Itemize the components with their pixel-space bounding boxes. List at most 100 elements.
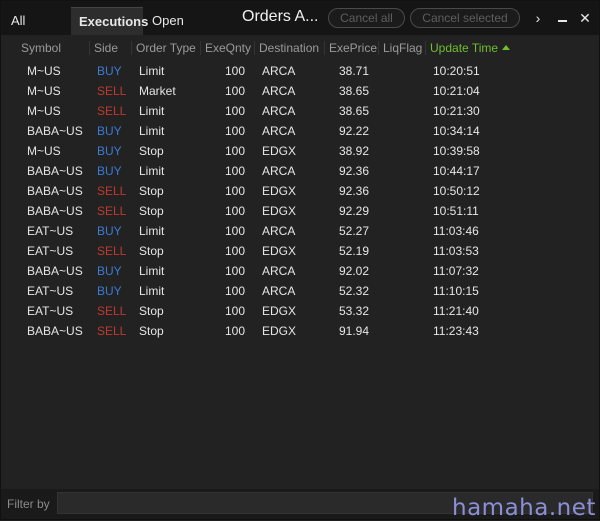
cell-exe-qnty: 100 <box>225 264 246 278</box>
cell-symbol: BABA~US <box>27 204 83 218</box>
cell-destination: EDGX <box>262 244 297 258</box>
cell-update-time: 10:21:30 <box>433 104 480 118</box>
cell-exe-price: 91.94 <box>339 324 370 338</box>
cell-destination: ARCA <box>262 264 296 278</box>
cell-order-type: Stop <box>139 244 164 258</box>
cell-order-type: Limit <box>139 284 165 298</box>
table-row[interactable]: EAT~US SELL Stop 100 EDGX 53.32 11:21:40 <box>1 301 599 321</box>
cell-exe-qnty: 100 <box>225 164 246 178</box>
cancel-selected-button[interactable]: Cancel selected <box>410 8 520 28</box>
table-row[interactable]: BABA~US BUY Limit 100 ARCA 92.22 10:34:14 <box>1 121 599 141</box>
cell-exe-qnty: 100 <box>225 184 246 198</box>
window-title: Orders A... <box>242 8 319 25</box>
column-header-liq-flag[interactable]: LiqFlag <box>378 41 424 55</box>
table-row[interactable]: EAT~US BUY Limit 100 ARCA 52.32 11:10:15 <box>1 281 599 301</box>
cell-side: BUY <box>97 264 122 278</box>
cell-symbol: BABA~US <box>27 264 83 278</box>
cell-update-time: 10:50:12 <box>433 184 480 198</box>
cell-order-type: Limit <box>139 64 165 78</box>
cell-update-time: 10:20:51 <box>433 64 480 78</box>
cell-order-type: Stop <box>139 204 164 218</box>
cell-order-type: Stop <box>139 324 164 338</box>
cell-side: BUY <box>97 224 122 238</box>
cell-order-type: Stop <box>139 184 164 198</box>
column-header-update-time-label: Update Time <box>430 41 499 55</box>
sort-ascending-icon <box>502 45 511 51</box>
cell-order-type: Stop <box>139 304 164 318</box>
table-row[interactable]: BABA~US SELL Stop 100 EDGX 92.29 10:51:11 <box>1 201 599 221</box>
cell-exe-price: 52.32 <box>339 284 370 298</box>
cell-side: SELL <box>97 204 127 218</box>
cell-order-type: Limit <box>139 104 165 118</box>
minimize-icon[interactable] <box>553 8 571 28</box>
table-row[interactable]: BABA~US SELL Stop 100 EDGX 92.36 10:50:12 <box>1 181 599 201</box>
cell-symbol: BABA~US <box>27 164 83 178</box>
cell-update-time: 11:07:32 <box>433 264 479 278</box>
cell-exe-qnty: 100 <box>225 64 246 78</box>
cell-order-type: Stop <box>139 144 164 158</box>
cancel-all-button[interactable]: Cancel all <box>328 8 405 28</box>
cell-side: BUY <box>97 144 122 158</box>
cell-destination: EDGX <box>262 184 297 198</box>
column-header-order-type[interactable]: Order Type <box>131 41 201 55</box>
cell-order-type: Limit <box>139 164 165 178</box>
cell-destination: ARCA <box>262 124 296 138</box>
table-row[interactable]: M~US BUY Limit 100 ARCA 38.71 10:20:51 <box>1 61 599 81</box>
chevron-right-icon[interactable]: › <box>529 8 547 28</box>
column-header-side[interactable]: Side <box>89 41 131 55</box>
cell-exe-price: 38.71 <box>339 64 370 78</box>
cell-side: BUY <box>97 284 122 298</box>
column-header-exe-qnty[interactable]: ExeQnty <box>200 41 255 55</box>
cell-exe-qnty: 100 <box>225 284 246 298</box>
cell-exe-qnty: 100 <box>225 204 246 218</box>
column-header-update-time[interactable]: Update Time <box>425 41 515 55</box>
table-row[interactable]: EAT~US BUY Limit 100 ARCA 52.27 11:03:46 <box>1 221 599 241</box>
tab-open-orders[interactable]: Open Orders <box>144 7 230 56</box>
cell-update-time: 10:44:17 <box>433 164 480 178</box>
cell-side: SELL <box>97 244 127 258</box>
cell-destination: ARCA <box>262 164 296 178</box>
cell-update-time: 10:39:58 <box>433 144 480 158</box>
cell-destination: EDGX <box>262 204 297 218</box>
table-body: M~US BUY Limit 100 ARCA 38.71 10:20:51 M~US SELL… <box>1 61 599 341</box>
cell-side: BUY <box>97 164 122 178</box>
table-row[interactable]: BABA~US BUY Limit 100 ARCA 92.36 10:44:17 <box>1 161 599 181</box>
table-row[interactable]: M~US BUY Stop 100 EDGX 38.92 10:39:58 <box>1 141 599 161</box>
tab-all-orders[interactable]: All Orders <box>3 7 71 56</box>
cell-symbol: EAT~US <box>27 244 74 258</box>
orders-window: All Orders Executions Open Orders Orders… <box>0 0 600 521</box>
cell-order-type: Limit <box>139 124 165 138</box>
cell-update-time: 10:51:11 <box>433 204 479 218</box>
cell-exe-qnty: 100 <box>225 324 246 338</box>
table-row[interactable]: BABA~US SELL Stop 100 EDGX 91.94 11:23:43 <box>1 321 599 341</box>
cell-exe-qnty: 100 <box>225 104 246 118</box>
cell-exe-price: 52.27 <box>339 224 370 238</box>
cell-exe-price: 38.92 <box>339 144 370 158</box>
table-row[interactable]: M~US SELL Market 100 ARCA 38.65 10:21:04 <box>1 81 599 101</box>
table-row[interactable]: BABA~US BUY Limit 100 ARCA 92.02 11:07:32 <box>1 261 599 281</box>
column-header-exe-price[interactable]: ExePrice <box>324 41 378 55</box>
cell-update-time: 11:23:43 <box>433 324 479 338</box>
table-row[interactable]: M~US SELL Limit 100 ARCA 38.65 10:21:30 <box>1 101 599 121</box>
cell-exe-price: 92.29 <box>339 204 370 218</box>
filter-input[interactable] <box>57 492 593 514</box>
cell-destination: ARCA <box>262 84 296 98</box>
cell-order-type: Market <box>139 84 176 98</box>
cell-side: SELL <box>97 84 127 98</box>
filter-bar: Filter by <box>1 489 599 519</box>
column-header-destination[interactable]: Destination <box>254 41 324 55</box>
tab-executions[interactable]: Executions <box>71 7 148 35</box>
cell-exe-qnty: 100 <box>225 84 246 98</box>
cell-exe-price: 38.65 <box>339 84 370 98</box>
cell-symbol: EAT~US <box>27 304 74 318</box>
cell-update-time: 10:34:14 <box>433 124 480 138</box>
cell-order-type: Limit <box>139 224 165 238</box>
close-icon[interactable]: ✕ <box>576 8 594 28</box>
cell-update-time: 11:03:46 <box>433 224 479 238</box>
tab-bar: All Orders Executions Open Orders Orders… <box>1 1 599 56</box>
cell-symbol: EAT~US <box>27 284 74 298</box>
cell-symbol: BABA~US <box>27 324 83 338</box>
cell-symbol: EAT~US <box>27 224 74 238</box>
table-row[interactable]: EAT~US SELL Stop 100 EDGX 52.19 11:03:53 <box>1 241 599 261</box>
column-header-symbol[interactable]: Symbol <box>17 41 91 55</box>
